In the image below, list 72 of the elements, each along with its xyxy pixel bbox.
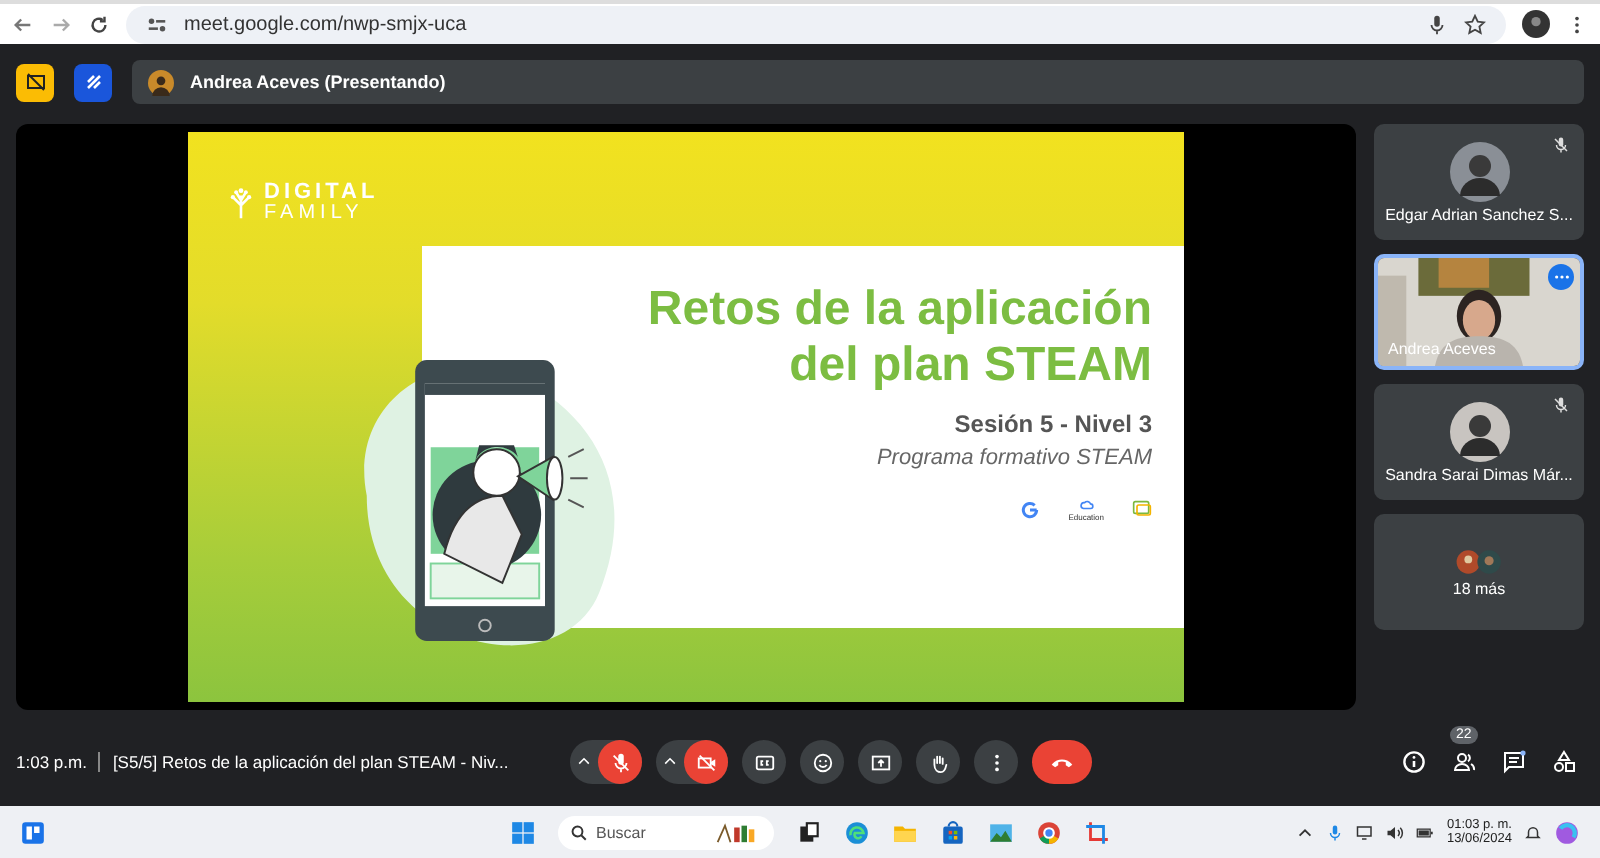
brand-name: DIGITAL	[264, 181, 379, 203]
reactions-button[interactable]	[800, 740, 844, 784]
more-participants-tile[interactable]: 18 más	[1374, 514, 1584, 630]
avatar-group-icon	[1453, 547, 1505, 575]
speaker-icon[interactable]	[1386, 823, 1405, 841]
chat-icon[interactable]	[1502, 750, 1526, 774]
participant-name: Andrea Aceves	[1388, 340, 1496, 358]
address-bar[interactable]: meet.google.com/nwp-smjx-uca	[126, 5, 1506, 43]
presenter-avatar-icon	[148, 69, 174, 95]
task-view-icon[interactable]	[796, 819, 822, 845]
reload-icon[interactable]	[88, 13, 110, 35]
camera-button[interactable]	[684, 740, 728, 784]
raise-hand-button[interactable]	[916, 740, 960, 784]
activities-icon[interactable]	[1552, 750, 1576, 774]
caret-icon	[576, 754, 592, 770]
participant-name: Edgar Adrian Sanchez S...	[1385, 205, 1573, 223]
activities-button[interactable]	[74, 63, 112, 101]
brand-subtitle: FAMILY	[264, 203, 366, 223]
tree-logo-icon	[228, 184, 254, 220]
present-off-button[interactable]	[16, 63, 54, 101]
photos-icon[interactable]	[988, 819, 1014, 845]
star-icon[interactable]	[1464, 13, 1486, 35]
participant-name: Sandra Sarai Dimas Már...	[1385, 465, 1573, 483]
presenter-label: Andrea Aceves (Presentando)	[190, 72, 446, 92]
program-label: Programa formativo STEAM	[876, 446, 1152, 470]
microphone-icon[interactable]	[1426, 13, 1448, 35]
chrome-icon[interactable]	[1036, 819, 1062, 845]
captions-icon	[753, 751, 775, 773]
screen-off-icon	[23, 70, 47, 94]
participant-tile[interactable]: Edgar Adrian Sanchez S...	[1374, 124, 1584, 240]
microphone-off-icon	[609, 751, 631, 773]
caret-icon	[662, 754, 678, 770]
slide-title: del plan STEAM	[789, 338, 1152, 394]
present-button[interactable]	[858, 740, 902, 784]
windows-start-icon[interactable]	[510, 819, 536, 845]
back-icon[interactable]	[12, 13, 34, 35]
widgets-icon[interactable]	[20, 819, 46, 845]
hang-up-icon	[1050, 755, 1074, 769]
site-settings-icon[interactable]	[146, 13, 168, 35]
leave-call-button[interactable]	[1032, 740, 1092, 784]
people-icon[interactable]	[1452, 750, 1476, 774]
smiley-icon	[811, 751, 833, 773]
snipping-tool-icon[interactable]	[1084, 819, 1110, 845]
info-icon[interactable]	[1402, 750, 1426, 774]
captions-button[interactable]	[742, 740, 786, 784]
chat-logo-icon	[1132, 500, 1152, 520]
avatar	[1449, 401, 1509, 461]
store-bag-icon[interactable]	[940, 819, 966, 845]
more-icon	[1553, 274, 1569, 280]
google-g-logo-icon	[1020, 500, 1041, 520]
camera-off-icon	[695, 751, 717, 773]
edge-browser-icon[interactable]	[844, 819, 870, 845]
participant-tile[interactable]: Sandra Sarai Dimas Már...	[1374, 384, 1584, 500]
search-placeholder: Buscar	[596, 823, 648, 841]
session-label: Sesión 5 - Nivel 3	[954, 410, 1152, 438]
more-participants-label: 18 más	[1452, 579, 1506, 597]
profile-avatar-icon[interactable]	[1522, 10, 1550, 38]
notification-bell-icon[interactable]	[1524, 823, 1542, 841]
cloud-logo-icon	[1079, 498, 1094, 512]
books-icon	[714, 821, 758, 843]
clock: 1:03 p.m.	[16, 752, 87, 772]
present-icon	[869, 751, 891, 773]
battery-icon[interactable]	[1416, 823, 1435, 841]
slide-title: Retos de la aplicación	[647, 282, 1152, 338]
search-icon	[570, 823, 588, 841]
taskbar-search-field[interactable]: Buscar	[558, 815, 774, 849]
microphone-button[interactable]	[598, 740, 642, 784]
avatar	[1449, 141, 1509, 201]
copilot-icon[interactable]	[1554, 819, 1580, 845]
meeting-title: [S5/5] Retos de la aplicación del plan STEAM - Niv...	[112, 752, 509, 772]
network-icon[interactable]	[1356, 823, 1375, 841]
more-options-button[interactable]	[974, 740, 1018, 784]
